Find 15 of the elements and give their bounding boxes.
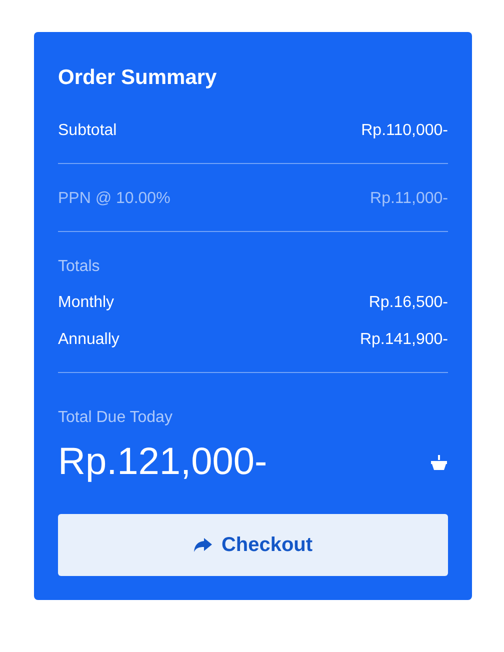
row-amount: Rp.110,000- bbox=[361, 122, 448, 140]
row-label: Annually bbox=[58, 331, 120, 349]
row-label: Subtotal bbox=[58, 122, 117, 140]
checkout-button[interactable]: Checkout bbox=[58, 514, 448, 576]
row-amount: Rp.141,900- bbox=[360, 331, 448, 349]
row-amount: Rp.16,500- bbox=[368, 294, 448, 312]
total-due-label: Total Due Today bbox=[58, 409, 174, 427]
row-label: PPN @ 10.00% bbox=[58, 190, 170, 208]
bowl-icon bbox=[430, 454, 448, 472]
card-title: Order Summary bbox=[58, 66, 218, 90]
row-amount: Rp.11,000- bbox=[370, 190, 448, 208]
share-arrow-icon bbox=[193, 537, 214, 553]
total-due-amount: Rp.121,000- bbox=[58, 441, 268, 484]
row-label: Monthly bbox=[58, 294, 114, 312]
section-heading: Totals bbox=[58, 258, 101, 276]
